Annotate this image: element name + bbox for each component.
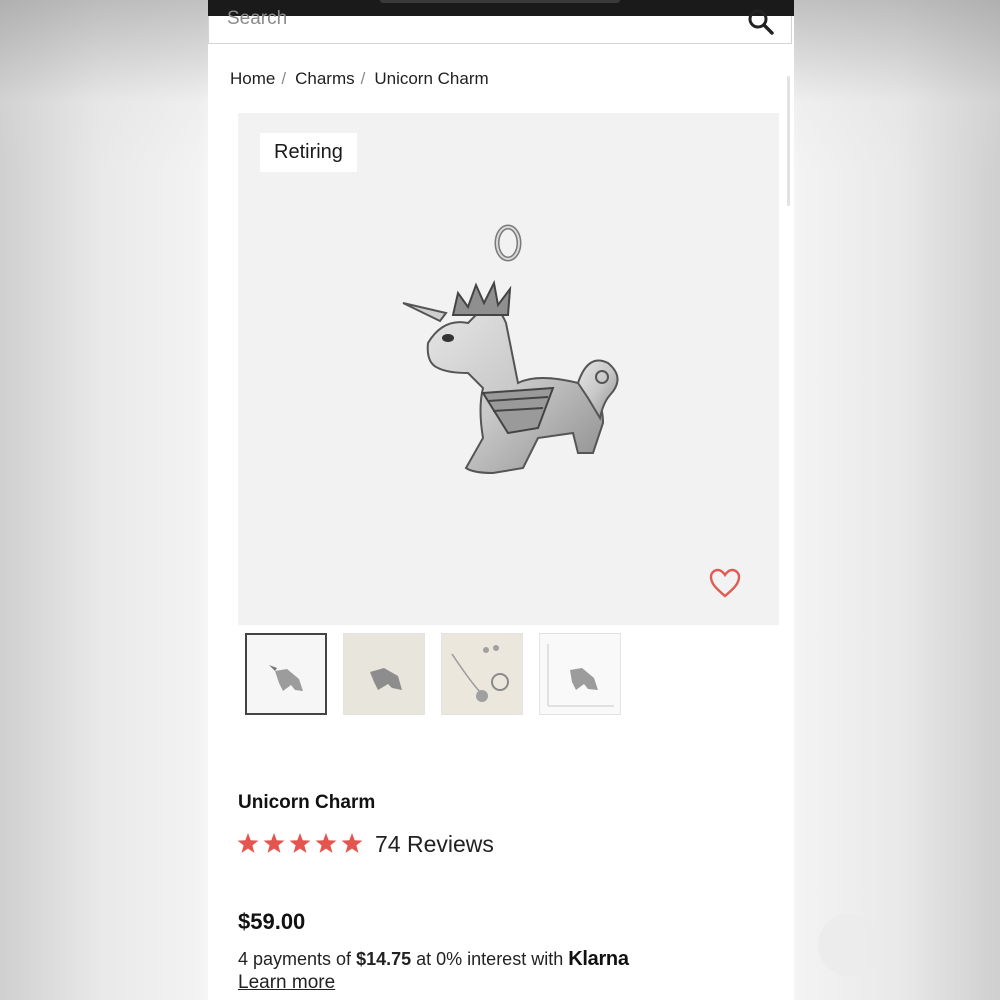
product-price: $59.00 [238, 909, 306, 934]
product-title: Unicorn Charm [238, 792, 376, 813]
thumbnail-4-image [547, 644, 614, 707]
breadcrumb-charms[interactable]: Charms [295, 69, 355, 88]
breadcrumb-separator: / [360, 69, 366, 88]
search-input[interactable] [227, 6, 707, 32]
thumbnail-3-image [451, 645, 509, 702]
star-icon [289, 833, 311, 853]
mobile-page: Home / Charms / Unicorn Charm Retiring [208, 0, 794, 1000]
installment-amount: $14.75 [356, 949, 412, 969]
star-icon [315, 833, 337, 853]
thumbnail-1[interactable] [245, 633, 327, 715]
klarna-installments: 4 payments of $14.75 at 0% interest with… [238, 948, 629, 971]
product-image-gallery[interactable]: Retiring [238, 113, 779, 625]
unicorn-charm-photo [402, 224, 619, 475]
klarna-logo: Klarna [568, 948, 629, 970]
heart-icon[interactable] [708, 567, 742, 599]
learn-more-link[interactable]: Learn more [238, 972, 335, 994]
thumbnail-4[interactable] [539, 633, 621, 715]
breadcrumb-separator: / [281, 69, 287, 88]
star-icon [237, 833, 259, 853]
status-bar-notch [380, 0, 620, 3]
breadcrumb-current: Unicorn Charm [374, 69, 489, 88]
installments-prefix: 4 payments of [238, 949, 357, 969]
thumbnail-3[interactable] [441, 633, 523, 715]
thumbnail-2-image [370, 668, 402, 690]
reviews-link[interactable]: 74 Reviews [375, 831, 494, 858]
star-rating [237, 833, 363, 853]
search-icon[interactable] [747, 8, 775, 36]
thumbnail-2[interactable] [343, 633, 425, 715]
search-bar [208, 6, 792, 44]
star-icon [263, 833, 285, 853]
floating-circle [818, 914, 880, 976]
breadcrumb-home[interactable]: Home [230, 69, 275, 88]
installments-middle: at 0% interest with [411, 949, 569, 969]
retiring-badge: Retiring [260, 133, 357, 172]
breadcrumb: Home / Charms / Unicorn Charm [230, 69, 489, 89]
scrollbar[interactable] [787, 76, 790, 206]
star-icon [341, 833, 363, 853]
thumbnail-1-image [269, 665, 303, 691]
